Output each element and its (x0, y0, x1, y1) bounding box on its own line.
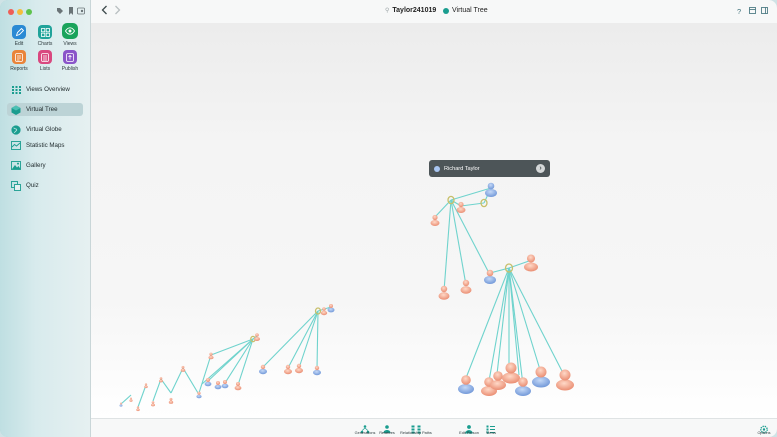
person-avatar (144, 383, 148, 389)
person-tooltip[interactable]: Richard Taylor › (429, 160, 550, 177)
pin-icon: ⚲ (385, 8, 390, 14)
tooltip-person-name: Richard Taylor (444, 165, 480, 172)
chevron-right-icon[interactable]: › (536, 164, 545, 173)
grid-icon (11, 85, 21, 95)
person-avatar (136, 406, 140, 412)
inspector-toggle-icon[interactable] (761, 7, 768, 16)
publish-tool-button[interactable]: Publish (55, 50, 85, 72)
person-avatar (180, 365, 186, 372)
gallery-icon (11, 161, 21, 171)
person-avatar (502, 362, 520, 384)
help-icon[interactable]: ? (737, 7, 741, 16)
close-window-button[interactable] (8, 9, 14, 15)
sidebar-item-views-overview[interactable]: Views Overview (7, 83, 83, 96)
pencil-icon (12, 25, 26, 39)
tag-icon[interactable] (56, 7, 64, 15)
sidebar-item-label: Gallery (26, 162, 46, 169)
relationship-paths-icon (411, 421, 421, 434)
back-arrow-icon[interactable] (101, 5, 108, 18)
person-avatar (524, 254, 538, 272)
sidebar-item-gallery[interactable]: Gallery (7, 159, 83, 172)
sidebar-item-label: Statistic Maps (26, 142, 65, 149)
views-label: Views (485, 431, 497, 435)
person-avatar (430, 214, 440, 226)
charts-icon (38, 25, 52, 39)
person-avatar (485, 182, 497, 197)
relationship-paths-button[interactable]: Relationship Paths (397, 421, 435, 435)
edit-person-button[interactable]: Edit Person (455, 421, 483, 435)
globe-icon (11, 124, 21, 135)
sidebar-item-statistic-maps[interactable]: Statistic Maps (7, 139, 83, 152)
sidebar: Edit Charts Views Reports Lists Publish … (0, 0, 91, 437)
views-list-icon (486, 421, 496, 434)
minimize-window-button[interactable] (17, 9, 23, 15)
person-avatar (168, 397, 174, 404)
person-avatar (234, 382, 242, 391)
couple-rings (250, 195, 514, 343)
sidebar-item-label: Quiz (26, 182, 39, 189)
options-button[interactable]: Options (753, 421, 775, 435)
person-avatar (208, 352, 214, 360)
options-label: Options (757, 431, 771, 435)
view-globe-icon (443, 7, 449, 14)
app-window: Edit Charts Views Reports Lists Publish … (0, 0, 777, 437)
person-avatar (313, 365, 321, 376)
virtual-tree-canvas[interactable]: Richard Taylor › (91, 23, 777, 418)
bookmark-icon[interactable] (67, 7, 75, 15)
quiz-icon (11, 180, 21, 191)
lists-icon (38, 50, 52, 64)
sidebar-item-virtual-globe[interactable]: Virtual Globe (7, 123, 83, 136)
window-layout-icon[interactable] (749, 7, 756, 16)
sidebar-item-label: Virtual Tree (26, 106, 58, 113)
person-avatar (460, 279, 472, 294)
publish-icon (63, 50, 77, 64)
person-avatar (295, 363, 303, 374)
eye-icon (62, 23, 78, 39)
relationship-paths-label: Relationship Paths (400, 431, 432, 435)
sidebar-item-quiz[interactable]: Quiz (7, 179, 83, 192)
person-avatar (129, 397, 133, 402)
person-avatar (221, 380, 229, 389)
views-tool-button[interactable]: Views (55, 23, 85, 47)
edit-person-label: Edit Person (459, 431, 479, 435)
sidebar-item-virtual-tree[interactable]: Virtual Tree (7, 103, 83, 116)
person-avatar (438, 285, 450, 300)
title-bar: ⚲ Taylor241019 Virtual Tree ? (91, 0, 777, 24)
gear-icon (759, 421, 769, 434)
sidebar-item-label: Virtual Globe (26, 126, 62, 133)
forward-arrow-icon[interactable] (114, 5, 121, 18)
tool-label: Publish (61, 66, 79, 72)
person-avatar (259, 364, 267, 375)
sidebar-toggle-icon[interactable] (77, 7, 85, 15)
views-menu-button[interactable]: Views (481, 421, 501, 435)
view-name: Virtual Tree (452, 7, 488, 14)
document-title: ⚲ Taylor241019 (385, 7, 436, 14)
map-icon (11, 141, 21, 151)
person-gender-icon (434, 165, 440, 172)
person-avatar (214, 381, 222, 390)
bottom-toolbar: Generations Relatives Relationship Paths… (91, 418, 777, 437)
zoom-window-button[interactable] (26, 9, 32, 15)
sidebar-item-label: Views Overview (26, 86, 70, 93)
tree-graph[interactable] (91, 23, 777, 418)
reports-icon (12, 50, 26, 64)
person-avatar (151, 401, 155, 407)
tool-label: Views (63, 41, 77, 47)
person-avatar (532, 366, 550, 388)
person-icon (464, 421, 474, 434)
cube-icon (11, 105, 21, 115)
view-title: Virtual Tree (443, 7, 488, 14)
person-avatar (458, 375, 474, 394)
person-avatar (284, 364, 292, 375)
person-avatar (159, 377, 163, 383)
relatives-icon (382, 421, 392, 433)
person-avatar (556, 369, 574, 391)
generations-icon (360, 421, 370, 434)
document-name: Taylor241019 (392, 7, 437, 14)
